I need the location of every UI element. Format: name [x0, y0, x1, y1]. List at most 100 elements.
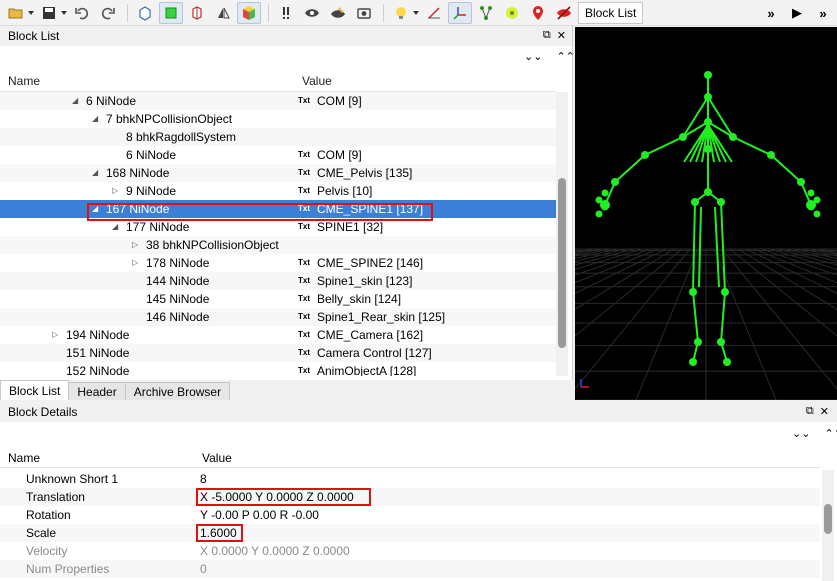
chevron-down-icon[interactable]	[28, 10, 34, 15]
table-row[interactable]: ◢ 168 NiNode Txt CME_Pelvis [135]	[0, 164, 556, 182]
expand-arrow-icon[interactable]: ▷	[52, 326, 58, 344]
table-row[interactable]: 6 NiNode Txt COM [9]	[0, 146, 556, 164]
table-row[interactable]: Translation X -5.0000 Y 0.0000 Z 0.0000	[0, 488, 820, 506]
value-column-header[interactable]: Value	[302, 74, 332, 88]
block-value: COM [9]	[317, 148, 362, 162]
block-value: Pelvis [10]	[317, 184, 373, 198]
collapse-arrow-icon[interactable]: ◢	[92, 200, 98, 218]
eye-pen-icon[interactable]	[326, 2, 350, 24]
collapse-all-icon[interactable]: ⌃⌃	[824, 427, 837, 440]
float-window-icon[interactable]: ⧉	[806, 405, 814, 418]
tab-block-list[interactable]: Block List	[0, 380, 70, 400]
block-details-scrollbar[interactable]	[822, 470, 834, 581]
skeleton-nodes-icon[interactable]	[474, 2, 498, 24]
table-row[interactable]: 145 NiNode Txt Belly_skin [124]	[0, 290, 556, 308]
solid-box-icon[interactable]	[159, 1, 183, 24]
chevron-down-icon[interactable]	[413, 10, 419, 15]
eye-icon[interactable]	[300, 2, 324, 24]
redo-icon[interactable]	[96, 2, 120, 24]
block-list-scrollbar[interactable]	[556, 92, 568, 376]
save-icon[interactable]	[37, 2, 61, 24]
red-box-icon[interactable]	[185, 2, 209, 24]
table-row[interactable]: 8 bhkRagdollSystem	[0, 128, 556, 146]
table-row[interactable]: ◢ 7 bhkNPCollisionObject	[0, 110, 556, 128]
block-details-dock-controls: ⧉ ✕	[806, 405, 829, 418]
grid-line	[575, 248, 691, 390]
color-cube-icon[interactable]	[237, 1, 261, 24]
table-row[interactable]: Scale 1.6000	[0, 524, 820, 542]
collapse-arrow-icon[interactable]: ◢	[92, 110, 98, 128]
undo-icon[interactable]	[70, 2, 94, 24]
block-details-list: Unknown Short 1 8 Translation X -5.0000 Y 0…	[0, 470, 820, 578]
play-icon[interactable]: ▶	[785, 2, 809, 24]
expand-all-icon[interactable]: ⌄⌄	[792, 427, 810, 440]
table-row[interactable]: 152 NiNode Txt AnimObjectA [128]	[0, 362, 556, 376]
table-row[interactable]: 151 NiNode Txt Camera Control [127]	[0, 344, 556, 362]
name-column-header[interactable]: Name	[8, 451, 40, 465]
grid-line	[575, 248, 611, 257]
block-list-toggle-button[interactable]: Block List	[578, 1, 644, 24]
axis-gizmo-icon[interactable]	[448, 1, 472, 24]
collapse-arrow-icon[interactable]: ◢	[92, 164, 98, 182]
map-pin-icon[interactable]	[526, 2, 550, 24]
collapse-arrow-icon[interactable]: ◢	[72, 92, 78, 110]
field-value[interactable]: 0	[200, 560, 207, 578]
mirror-icon[interactable]	[211, 2, 235, 24]
skeleton-joint	[704, 145, 712, 153]
block-value: CME_SPINE2 [146]	[317, 256, 424, 270]
open-file-icon[interactable]	[4, 2, 28, 24]
close-icon[interactable]: ✕	[820, 405, 829, 418]
table-row[interactable]: ▷ 194 NiNode Txt CME_Camera [162]	[0, 326, 556, 344]
expand-arrow-icon[interactable]: ▷	[132, 254, 138, 272]
scrollbar-thumb[interactable]	[824, 504, 832, 534]
field-value[interactable]: 8	[200, 470, 207, 488]
table-row[interactable]: Num Properties 0	[0, 560, 820, 578]
field-value[interactable]: 1.6000	[200, 524, 237, 542]
overflow-icon[interactable]: »	[811, 2, 835, 24]
collapse-all-icon[interactable]: ⌃⌃	[556, 50, 574, 63]
expand-all-icon[interactable]: ⌄⌄	[524, 50, 542, 63]
block-details-column-header: Name Value	[0, 446, 820, 468]
more-tools-icon[interactable]: »	[759, 2, 783, 24]
skeleton-joint	[641, 151, 649, 159]
table-row[interactable]: ◢ 177 NiNode Txt SPINE1 [32]	[0, 218, 556, 236]
table-row[interactable]: ▷ 9 NiNode Txt Pelvis [10]	[0, 182, 556, 200]
expand-arrow-icon[interactable]: ▷	[132, 236, 138, 254]
expand-arrow-icon[interactable]: ▷	[112, 182, 118, 200]
lightbulb-icon[interactable]	[389, 2, 413, 24]
table-row[interactable]: Velocity X 0.0000 Y 0.0000 Z 0.0000	[0, 542, 820, 560]
table-row[interactable]: ◢ 6 NiNode Txt COM [9]	[0, 92, 556, 110]
table-row[interactable]: 144 NiNode Txt Spine1_skin [123]	[0, 272, 556, 290]
table-row[interactable]: ▷ 178 NiNode Txt CME_SPINE2 [146]	[0, 254, 556, 272]
table-row[interactable]: 146 NiNode Txt Spine1_Rear_skin [125]	[0, 308, 556, 326]
field-value[interactable]: X 0.0000 Y 0.0000 Z 0.0000	[200, 542, 350, 560]
chevron-down-icon[interactable]	[61, 10, 67, 15]
table-row[interactable]: Unknown Short 1 8	[0, 470, 820, 488]
camera-icon[interactable]	[352, 2, 376, 24]
target-icon[interactable]	[500, 2, 524, 24]
field-value[interactable]: X -5.0000 Y 0.0000 Z 0.0000	[200, 488, 354, 506]
3d-viewport[interactable]	[575, 27, 837, 400]
tab-archive-browser[interactable]: Archive Browser	[124, 382, 231, 400]
block-name: 6 NiNode	[86, 94, 137, 108]
field-value[interactable]: Y -0.00 P 0.00 R -0.00	[200, 506, 319, 524]
table-row[interactable]: Rotation Y -0.00 P 0.00 R -0.00	[0, 506, 820, 524]
text-type-icon: Txt	[298, 348, 310, 357]
tab-header[interactable]: Header	[68, 382, 126, 400]
float-window-icon[interactable]: ⧉	[543, 29, 551, 42]
field-name: Velocity	[26, 544, 68, 558]
scrollbar-thumb[interactable]	[558, 178, 566, 348]
block-list-panel: Block List ⧉ ✕ ⌄⌄ ⌃⌃ Name Value ◢ 6 NiNod…	[0, 26, 575, 398]
block-value: CME_SPINE1 [137]	[317, 202, 424, 216]
exclamation-icon[interactable]	[274, 2, 298, 24]
field-name: Rotation	[26, 508, 71, 522]
close-icon[interactable]: ✕	[557, 29, 566, 42]
collapse-arrow-icon[interactable]: ◢	[112, 218, 118, 236]
table-row[interactable]: ▷ 38 bhkNPCollisionObject	[0, 236, 556, 254]
wireframe-box-icon[interactable]	[133, 2, 157, 24]
name-column-header[interactable]: Name	[8, 74, 40, 88]
table-row-selected[interactable]: ◢ 167 NiNode Txt CME_SPINE1 [137]	[0, 200, 556, 218]
hide-eye-icon[interactable]	[552, 2, 576, 24]
axis-red-icon[interactable]	[422, 2, 446, 24]
value-column-header[interactable]: Value	[202, 451, 232, 465]
